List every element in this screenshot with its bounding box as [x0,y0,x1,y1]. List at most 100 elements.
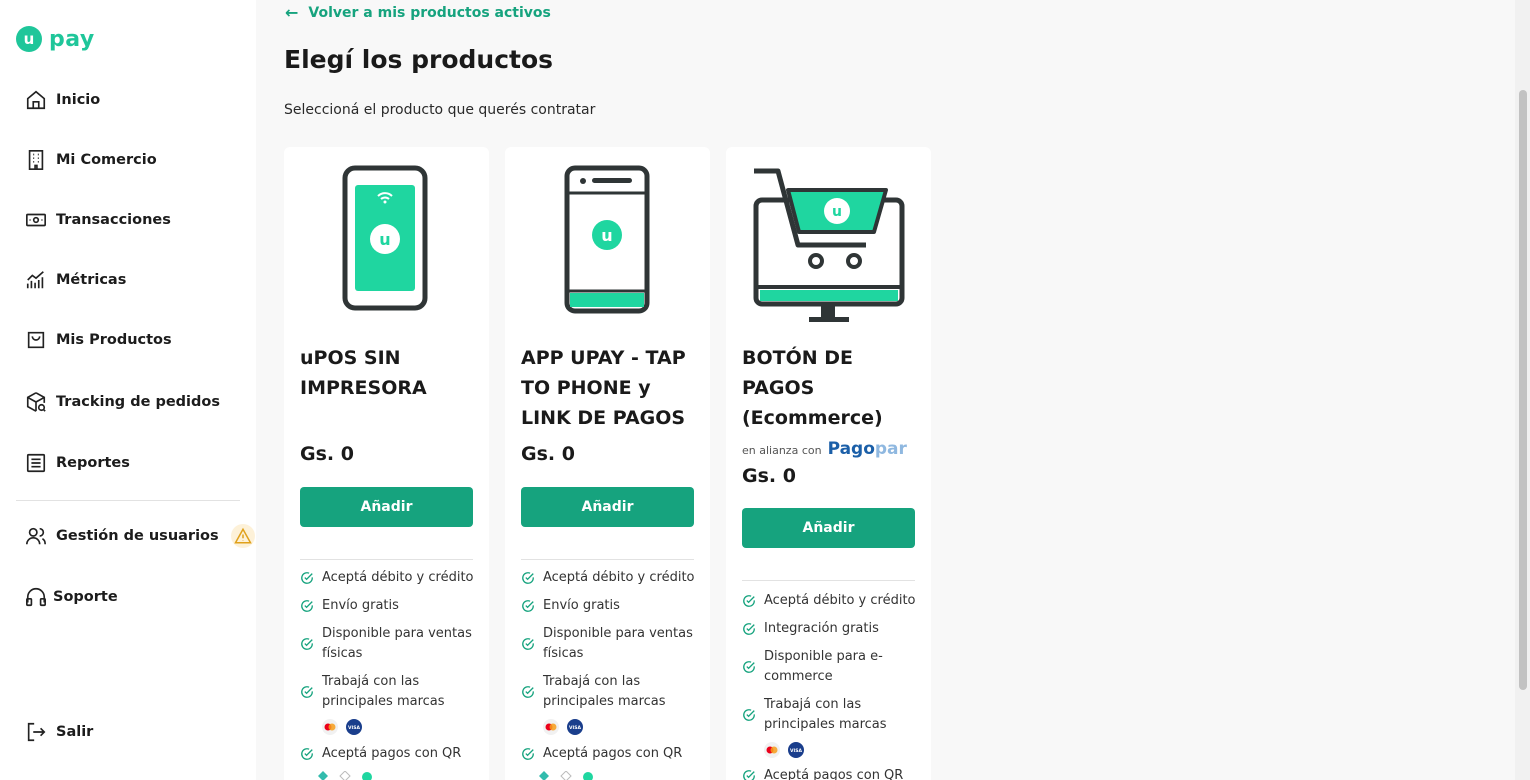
pagopar-logo-a: Pago [827,439,875,459]
logo-mark: u [16,26,42,52]
feature-item: Aceptá débito y crédito [521,568,701,588]
check-circle-icon [301,748,313,760]
card-brands: VISA [322,719,362,735]
sidebar-item-metricas[interactable]: Métricas [24,266,126,294]
check-circle-icon [743,770,755,780]
check-circle-icon [301,686,313,698]
sidebar-item-mis-productos[interactable]: Mis Productos [24,326,172,354]
sidebar-item-label: Inicio [56,92,101,108]
check-circle-icon [301,572,313,584]
sidebar-item-transacciones[interactable]: Transacciones [24,206,171,234]
check-circle-icon [743,661,755,673]
phone-illustration: u [505,165,710,333]
feature-item: Envío gratis [521,596,701,616]
check-circle-icon [743,623,755,635]
feature-item: Aceptá pagos con QR [521,744,701,764]
sidebar-item-label: Reportes [56,455,130,471]
visa-icon: VISA [567,719,583,735]
shopping-bag-icon [24,328,48,352]
check-circle-icon [522,638,534,650]
page-scrollbar[interactable] [1515,0,1530,780]
card-brands: VISA [543,719,583,735]
feature-item: Trabajá con las principales marcas [742,695,922,735]
feature-text: Envío gratis [543,598,620,613]
sidebar-item-soporte[interactable]: Soporte [24,583,118,611]
page-title: Elegí los productos [284,45,554,74]
qr-payment-logos [535,771,597,780]
product-title: BOTÓN DE PAGOS (Ecommerce) [742,347,883,429]
sidebar-item-label: Mis Productos [56,332,172,348]
sidebar-item-label: Métricas [56,272,127,288]
sidebar-item-label: Mi Comercio [56,152,157,168]
feature-text: Disponible para ventas físicas [543,626,693,661]
feature-item: Aceptá débito y crédito [742,591,922,611]
back-link-label: Volver a mis productos activos [308,4,551,21]
logout-icon [24,720,48,744]
add-product-button[interactable]: Añadir [300,487,473,527]
alliance-text: en alianza con [742,444,822,457]
sidebar-divider [16,500,240,501]
sidebar-item-label: Gestión de usuarios [56,528,219,544]
card-divider [742,580,915,581]
feature-text: Aceptá pagos con QR [322,746,462,761]
add-product-button[interactable]: Añadir [742,508,915,548]
product-title: APP UPAY - TAP TO PHONE y LINK DE PAGOS [521,347,686,429]
svg-text:VISA: VISA [569,725,581,730]
logo-text: pay [49,26,95,52]
svg-text:u: u [832,204,842,220]
sidebar-item-label: Salir [56,724,94,740]
check-circle-icon [743,709,755,721]
package-search-icon [24,390,48,414]
feature-text: Aceptá débito y crédito [322,570,474,585]
svg-text:VISA: VISA [348,725,360,730]
feature-text: Disponible para ventas físicas [322,626,472,661]
sidebar: u pay Inicio Mi Comercio Transacciones M… [0,0,256,780]
product-title: uPOS SIN IMPRESORA [300,347,427,399]
feature-item: Aceptá pagos con QR [742,766,922,780]
check-circle-icon [301,600,313,612]
product-card-upos: u uPOS SIN IMPRESORA Gs. 0 Añadir Aceptá… [284,147,489,780]
alliance-badge: en alianza con Pago par [742,439,907,459]
svg-text:u: u [601,226,612,245]
sidebar-item-reportes[interactable]: Reportes [24,449,130,477]
feature-item: Aceptá pagos con QR [300,744,480,764]
back-link[interactable]: ← Volver a mis productos activos [285,3,551,22]
building-icon [24,148,48,172]
sidebar-item-salir[interactable]: Salir [24,718,93,746]
feature-item: Disponible para ventas físicas [300,624,480,664]
feature-text: Trabajá con las principales marcas [322,674,445,709]
mastercard-icon [543,719,559,735]
product-card-boton-pagos: u BOTÓN DE PAGOS (Ecommerce) en alianza … [726,147,931,780]
qr-payment-logos [314,771,376,780]
feature-text: Aceptá pagos con QR [543,746,683,761]
check-circle-icon [522,572,534,584]
warning-icon[interactable] [230,524,255,548]
feature-text: Aceptá débito y crédito [764,593,916,608]
sidebar-item-gestion-usuarios[interactable]: Gestión de usuarios [24,522,255,550]
feature-text: Disponible para e-commerce [764,649,883,684]
add-product-button[interactable]: Añadir [521,487,694,527]
ecommerce-cart-illustration: u [726,167,931,335]
sidebar-item-mi-comercio[interactable]: Mi Comercio [24,146,157,174]
sidebar-item-tracking[interactable]: Tracking de pedidos [24,388,220,416]
feature-item: Trabajá con las principales marcas [300,672,480,712]
check-circle-icon [301,638,313,650]
check-circle-icon [743,595,755,607]
page-subtitle: Seleccioná el producto que querés contra… [284,102,596,118]
home-icon [24,88,48,112]
chart-icon [24,268,48,292]
sidebar-item-inicio[interactable]: Inicio [24,86,100,114]
scrollbar-thumb[interactable] [1519,90,1527,690]
visa-icon: VISA [788,742,804,758]
pagopar-logo-b: par [874,439,907,459]
feature-text: Aceptá débito y crédito [543,570,695,585]
arrow-left-icon: ← [285,3,299,22]
check-circle-icon [522,748,534,760]
product-price: Gs. 0 [742,465,796,487]
mastercard-icon [322,719,338,735]
feature-text: Envío gratis [322,598,399,613]
feature-item: Trabajá con las principales marcas [521,672,701,712]
upay-logo[interactable]: u pay [16,26,95,52]
feature-item: Envío gratis [300,596,480,616]
product-card-app-upay: u APP UPAY - TAP TO PHONE y LINK DE PAGO… [505,147,710,780]
